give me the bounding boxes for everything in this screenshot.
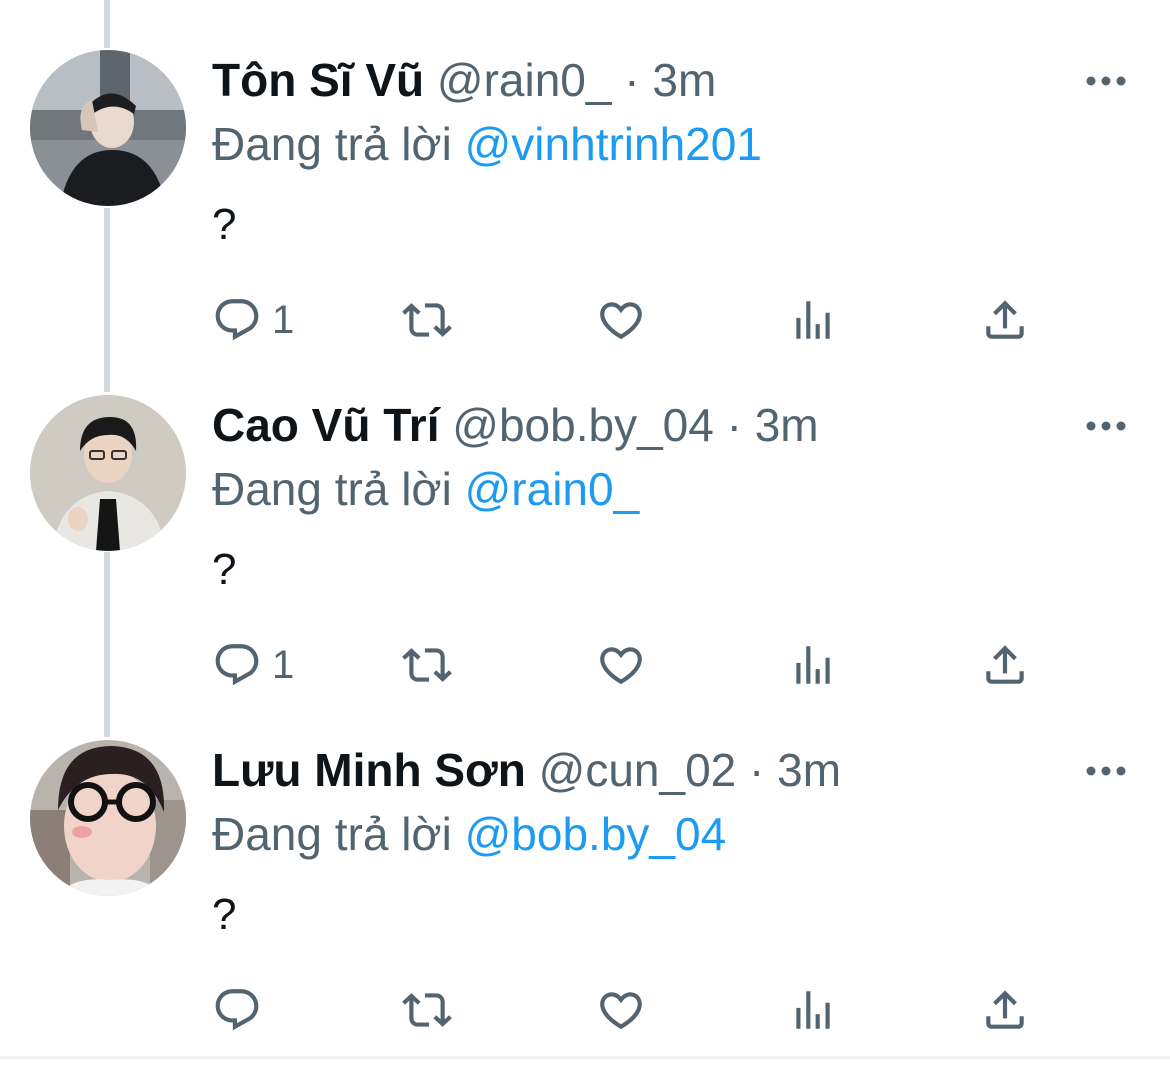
views-icon <box>796 991 830 1029</box>
tweet-text: ? <box>212 890 237 939</box>
timestamp[interactable]: 3m <box>652 54 716 106</box>
retweet-icon <box>402 993 452 1027</box>
like-icon <box>600 302 642 340</box>
replying-to-link[interactable]: @rain0_ <box>465 463 640 515</box>
retweet-button[interactable] <box>402 980 452 1040</box>
reply-button[interactable]: 1 <box>212 290 294 350</box>
tweet-text: ? <box>212 200 237 249</box>
views-button[interactable] <box>788 290 838 350</box>
replying-to-label: Đang trả lời <box>212 808 452 860</box>
like-icon <box>600 647 642 685</box>
tweet-actions <box>0 980 1170 1040</box>
retweet-button[interactable] <box>402 290 452 350</box>
replying-to-link[interactable]: @bob.by_04 <box>465 808 727 860</box>
like-button[interactable] <box>596 635 646 695</box>
replying-to-label: Đang trả lời <box>212 118 452 170</box>
retweet-button[interactable] <box>402 635 452 695</box>
separator-dot: · <box>726 399 742 451</box>
views-button[interactable] <box>788 635 838 695</box>
tweet-header: Lưu Minh Sơn @cun_02 · 3m <box>212 742 841 798</box>
replying-to: Đang trả lời @vinhtrinh201 <box>212 116 762 172</box>
avatar-photo-icon <box>30 395 186 551</box>
tweet-actions: 1 <box>0 290 1170 350</box>
views-button[interactable] <box>788 980 838 1040</box>
share-icon <box>986 645 1024 684</box>
views-icon <box>796 646 830 684</box>
tweet[interactable]: Lưu Minh Sơn @cun_02 · 3m Đang trả lời @… <box>0 690 1170 1035</box>
display-name[interactable]: Tôn Sĩ Vũ <box>212 54 424 106</box>
avatar[interactable] <box>30 740 186 896</box>
display-name[interactable]: Lưu Minh Sơn <box>212 744 526 796</box>
like-icon <box>600 992 642 1030</box>
replying-to-label: Đang trả lời <box>212 463 452 515</box>
more-options-icon[interactable] <box>1084 66 1128 96</box>
tweet-header: Cao Vũ Trí @bob.by_04 · 3m <box>212 397 819 453</box>
replying-to-link[interactable]: @vinhtrinh201 <box>465 118 762 170</box>
more-options-icon[interactable] <box>1084 756 1128 786</box>
avatar-photo-icon <box>30 50 186 206</box>
timestamp[interactable]: 3m <box>777 744 841 796</box>
replying-to: Đang trả lời @rain0_ <box>212 461 639 517</box>
retweet-icon <box>402 648 452 682</box>
tweet-header: Tôn Sĩ Vũ @rain0_ · 3m <box>212 52 716 108</box>
tweet-text: ? <box>212 545 237 594</box>
share-button[interactable] <box>980 980 1030 1040</box>
tweet[interactable]: Cao Vũ Trí @bob.by_04 · 3m Đang trả lời … <box>0 345 1170 690</box>
user-handle[interactable]: @cun_02 <box>539 744 737 796</box>
reply-icon <box>215 644 259 686</box>
more-options-icon[interactable] <box>1084 411 1128 441</box>
share-icon <box>986 300 1024 339</box>
timestamp[interactable]: 3m <box>755 399 819 451</box>
divider <box>0 1056 1170 1059</box>
like-button[interactable] <box>596 290 646 350</box>
replying-to: Đang trả lời @bob.by_04 <box>212 806 726 862</box>
avatar-photo-icon <box>30 740 186 896</box>
share-button[interactable] <box>980 290 1030 350</box>
reply-icon <box>215 299 259 341</box>
reply-count: 1 <box>272 297 295 342</box>
separator-dot: · <box>624 54 640 106</box>
reply-icon <box>215 989 259 1031</box>
reply-count: 1 <box>272 642 295 687</box>
user-handle[interactable]: @rain0_ <box>437 54 612 106</box>
share-icon <box>986 990 1024 1029</box>
reply-button[interactable]: 1 <box>212 635 294 695</box>
avatar[interactable] <box>30 50 186 206</box>
like-button[interactable] <box>596 980 646 1040</box>
retweet-icon <box>402 303 452 337</box>
tweet-actions: 1 <box>0 635 1170 695</box>
views-icon <box>796 301 830 339</box>
user-handle[interactable]: @bob.by_04 <box>452 399 714 451</box>
reply-button[interactable] <box>212 980 272 1040</box>
separator-dot: · <box>749 744 765 796</box>
display-name[interactable]: Cao Vũ Trí <box>212 399 439 451</box>
tweet[interactable]: Tôn Sĩ Vũ @rain0_ · 3m Đang trả lời @vin… <box>0 0 1170 345</box>
avatar[interactable] <box>30 395 186 551</box>
share-button[interactable] <box>980 635 1030 695</box>
